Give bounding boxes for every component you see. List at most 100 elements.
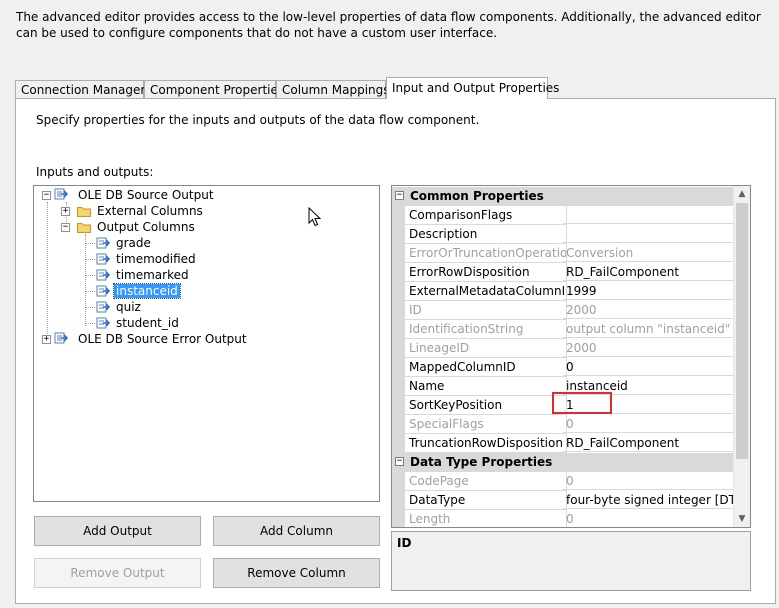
property-row-errorortruncationoperation[interactable]: ErrorOrTruncationOperation Conversion — [392, 244, 735, 263]
row-gutter — [392, 320, 405, 339]
highlight-box — [552, 392, 612, 414]
tab-input-output-properties[interactable]: Input and Output Properties — [386, 77, 559, 99]
row-gutter — [392, 510, 405, 527]
property-value[interactable] — [563, 206, 735, 224]
property-value: output column "instanceid" (20 — [563, 320, 735, 338]
property-row-comparisonflags[interactable]: ComparisonFlags — [392, 206, 735, 225]
property-help-panel: ID — [391, 531, 751, 591]
property-name: TruncationRowDisposition — [405, 434, 567, 453]
row-gutter — [392, 377, 405, 396]
property-value[interactable]: RD_FailComponent — [563, 434, 735, 452]
row-gutter — [392, 339, 405, 358]
property-row-truncationrowdisposition[interactable]: TruncationRowDisposition RD_FailComponent — [392, 434, 735, 453]
row-gutter — [392, 396, 405, 415]
expand-external-toggle[interactable]: + — [61, 207, 70, 216]
tree-node-column-quiz[interactable]: quiz — [114, 299, 143, 315]
property-name: ComparisonFlags — [405, 206, 567, 225]
collapse-output-toggle[interactable]: − — [42, 191, 51, 200]
tree-node-output[interactable]: OLE DB Source Output — [76, 187, 216, 203]
property-row-identificationstring[interactable]: IdentificationString output column "insta… — [392, 320, 735, 339]
property-value: 0 — [563, 472, 735, 490]
property-row-lineageid[interactable]: LineageID 2000 — [392, 339, 735, 358]
collapse-category-icon[interactable]: − — [395, 457, 404, 466]
property-row-description[interactable]: Description — [392, 225, 735, 244]
tab-connection-managers[interactable]: Connection Managers — [15, 80, 152, 99]
folder-icon — [77, 207, 91, 217]
column-icon — [96, 285, 110, 297]
row-gutter — [392, 263, 405, 282]
property-grid-scrollbar[interactable]: ▲ ▼ — [733, 186, 750, 527]
row-gutter — [392, 415, 405, 434]
property-row-mappedcolumnid[interactable]: MappedColumnID 0 — [392, 358, 735, 377]
property-value: 2000 — [563, 301, 735, 319]
property-row-codepage[interactable]: CodePage 0 — [392, 472, 735, 491]
property-grid[interactable]: − Common Properties ComparisonFlags Descr… — [391, 185, 751, 528]
row-gutter — [392, 472, 405, 491]
tree-node-column-timemodified[interactable]: timemodified — [114, 251, 198, 267]
editor-description: The advanced editor provides access to t… — [16, 10, 761, 40]
remove-output-button[interactable]: Remove Output — [34, 558, 201, 588]
property-name: IdentificationString — [405, 320, 567, 339]
row-gutter — [392, 358, 405, 377]
property-name: DataType — [405, 491, 567, 510]
tree-node-error-output[interactable]: OLE DB Source Error Output — [76, 331, 249, 347]
column-icon — [96, 253, 110, 265]
collapse-output-columns-toggle[interactable]: − — [61, 223, 70, 232]
property-name: ExternalMetadataColumnID — [405, 282, 567, 301]
tab-column-mappings[interactable]: Column Mappings — [276, 80, 390, 99]
row-gutter — [392, 225, 405, 244]
category-common-properties[interactable]: − Common Properties — [392, 187, 735, 206]
tab-component-properties[interactable]: Component Properties — [144, 80, 284, 99]
mouse-pointer-icon — [308, 207, 322, 227]
tree-node-column-student-id[interactable]: student_id — [114, 315, 181, 331]
output-label: OLE DB Source Output — [78, 188, 214, 202]
property-value[interactable]: 0 — [563, 358, 735, 376]
row-gutter — [392, 244, 405, 263]
property-name: Length — [405, 510, 567, 527]
inputs-outputs-tree[interactable]: − OLE DB Source Output + External Column… — [33, 185, 380, 502]
category-data-type-properties[interactable]: − Data Type Properties — [392, 453, 735, 472]
expand-error-output-toggle[interactable]: + — [42, 335, 51, 344]
property-value[interactable]: four-byte signed integer [DT_I4] — [563, 491, 735, 509]
property-value[interactable]: RD_FailComponent — [563, 263, 735, 281]
property-name: Name — [405, 377, 567, 396]
collapse-category-icon[interactable]: − — [395, 191, 404, 200]
column-icon — [96, 269, 110, 281]
folder-open-icon — [77, 223, 91, 233]
output-icon — [54, 332, 68, 344]
remove-column-button[interactable]: Remove Column — [213, 558, 380, 588]
tree-node-column-instanceid-selected[interactable]: instanceid — [113, 283, 181, 299]
tree-node-column-grade[interactable]: grade — [114, 235, 153, 251]
property-name: CodePage — [405, 472, 567, 491]
inputs-outputs-label: Inputs and outputs: — [36, 165, 154, 179]
property-row-datatype[interactable]: DataTypefour-byte signed integer [DT_I4] — [392, 491, 735, 510]
row-gutter — [392, 282, 405, 301]
tree-node-external-columns[interactable]: External Columns — [95, 203, 205, 219]
property-name: Description — [405, 225, 567, 244]
add-column-button[interactable]: Add Column — [213, 516, 380, 546]
property-row-specialflags[interactable]: SpecialFlags 0 — [392, 415, 735, 434]
property-name: MappedColumnID — [405, 358, 567, 377]
scroll-down-arrow-icon[interactable]: ▼ — [734, 511, 750, 527]
row-gutter — [392, 434, 405, 453]
help-title: ID — [397, 536, 412, 550]
scroll-up-arrow-icon[interactable]: ▲ — [734, 186, 750, 202]
add-output-button[interactable]: Add Output — [34, 516, 201, 546]
property-name: ErrorOrTruncationOperation — [405, 244, 567, 263]
tree-node-column-timemarked[interactable]: timemarked — [114, 267, 191, 283]
property-name: SpecialFlags — [405, 415, 567, 434]
row-gutter — [392, 491, 405, 510]
property-value[interactable]: 1999 — [563, 282, 735, 300]
property-value[interactable] — [563, 225, 735, 243]
column-icon — [96, 301, 110, 313]
tree-node-output-columns[interactable]: Output Columns — [95, 219, 197, 235]
property-name: LineageID — [405, 339, 567, 358]
property-value: 0 — [563, 415, 735, 433]
property-row-errorrowdisposition[interactable]: ErrorRowDisposition RD_FailComponent — [392, 263, 735, 282]
scrollbar-thumb[interactable] — [736, 203, 748, 459]
property-row-externalmetadatacolumnid[interactable]: ExternalMetadataColumnID 1999 — [392, 282, 735, 301]
column-icon — [96, 317, 110, 329]
property-row-id[interactable]: ID 2000 — [392, 301, 735, 320]
property-name: ID — [405, 301, 567, 320]
property-row-length[interactable]: Length 0 — [392, 510, 735, 527]
